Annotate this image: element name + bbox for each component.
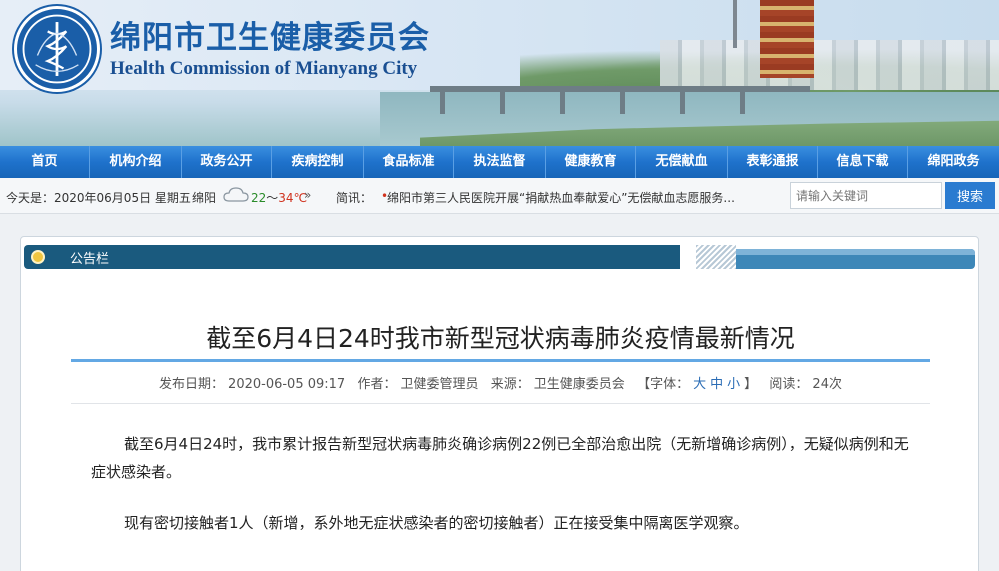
news-ticker-link[interactable]: 绵阳市第三人民医院开展“捐献热血奉献爱心”无偿献血志愿服务... xyxy=(387,189,747,206)
bridge-pillar xyxy=(560,92,565,114)
nav-item-government-affairs[interactable]: 政务公开 xyxy=(182,146,272,178)
caduceus-emblem-icon[interactable] xyxy=(14,6,100,92)
meta-views: 24次 xyxy=(812,377,842,392)
nav-item-institution[interactable]: 机构介绍 xyxy=(90,146,182,178)
site-title-cn: 绵阳市卫生健康委员会 xyxy=(110,20,430,56)
article-paragraph: 截至6月4日24时，我市累计报告新型冠状病毒肺炎确诊病例22例已全部治愈出院（无… xyxy=(91,435,909,481)
bridge-pillar xyxy=(440,92,445,114)
search-button[interactable]: 搜索 xyxy=(945,182,995,209)
more-weather-link[interactable]: » xyxy=(304,188,311,202)
nav-item-commendations[interactable]: 表彰通报 xyxy=(728,146,818,178)
meta-views-label: 阅读： xyxy=(769,377,809,392)
font-size-medium-link[interactable]: 中 xyxy=(710,377,723,392)
meta-source-label: 来源： xyxy=(490,377,530,392)
meta-source: 卫生健康委员会 xyxy=(533,377,625,392)
temp-separator: ～ xyxy=(266,191,279,205)
weather-city: 绵阳 xyxy=(192,191,217,205)
search-input[interactable] xyxy=(790,182,942,209)
panel-tab: 公告栏 xyxy=(24,245,680,269)
bridge-pillar xyxy=(500,92,505,114)
panel-stripe-decoration xyxy=(696,245,736,269)
font-size-large-link[interactable]: 大 xyxy=(693,377,706,392)
site-title-en: Health Commission of Mianyang City xyxy=(110,58,418,79)
nav-item-health-education[interactable]: 健康教育 xyxy=(546,146,636,178)
bullet-icon xyxy=(31,250,45,264)
meta-author-label: 作者： xyxy=(357,377,397,392)
header-banner: 绵阳市卫生健康委员会 Health Commission of Mianyang… xyxy=(0,0,999,146)
meta-date-label: 发布日期： xyxy=(159,377,225,392)
news-ticker-label: 简讯： xyxy=(336,191,373,205)
banner-tv-tower xyxy=(733,0,737,48)
nav-item-blood-donation[interactable]: 无偿献血 xyxy=(636,146,728,178)
font-size-small-link[interactable]: 小 xyxy=(727,377,740,392)
article-paragraph: 现有密切接触者1人（新增，系外地无症状感染者的密切接触者）正在接受集中隔离医学观… xyxy=(124,514,749,532)
nav-item-home[interactable]: 首页 xyxy=(0,146,90,178)
panel-header-strip xyxy=(736,249,975,269)
article-meta: 发布日期： 2020-06-05 09:17 作者： 卫健委管理员 来源： 卫生健康委… xyxy=(21,373,980,392)
meta-author: 卫健委管理员 xyxy=(400,377,479,392)
nav-item-food-standards[interactable]: 食品标准 xyxy=(364,146,454,178)
current-date: 今天是：2020年06月05日 星期五 xyxy=(6,191,191,205)
weather-temperature: 22～34℃ xyxy=(251,189,307,206)
temp-low: 22 xyxy=(251,191,267,205)
nav-item-law-enforcement[interactable]: 执法监督 xyxy=(454,146,546,178)
bridge-pillar xyxy=(680,92,685,114)
nav-item-disease-control[interactable]: 疾病控制 xyxy=(272,146,364,178)
cloud-icon xyxy=(222,186,250,204)
meta-date: 2020-06-05 09:17 xyxy=(228,377,346,392)
main-nav: 首页 机构介绍 政务公开 疾病控制 食品标准 执法监督 健康教育 无偿献血 表彰… xyxy=(0,146,999,178)
meta-font-label: 【字体： xyxy=(637,377,690,392)
temp-high: 34℃ xyxy=(278,191,308,205)
panel-header: 公告栏 xyxy=(24,245,975,269)
bridge-pillar xyxy=(620,92,625,114)
meta-divider xyxy=(71,403,930,404)
nav-item-downloads[interactable]: 信息下载 xyxy=(818,146,908,178)
nav-item-mianyang-gov[interactable]: 绵阳政务 xyxy=(908,146,999,178)
panel-tab-label: 公告栏 xyxy=(70,252,110,267)
article-title: 截至6月4日24时我市新型冠状病毒肺炎疫情最新情况 xyxy=(206,324,795,353)
bridge-pillar xyxy=(740,92,745,114)
notice-panel: 公告栏 截至6月4日24时我市新型冠状病毒肺炎疫情最新情况 发布日期： 2020-… xyxy=(20,236,979,571)
banner-pagoda xyxy=(760,0,814,78)
banner-city-skyline xyxy=(660,40,999,90)
title-divider xyxy=(71,359,930,362)
meta-font-close: 】 xyxy=(744,377,758,392)
